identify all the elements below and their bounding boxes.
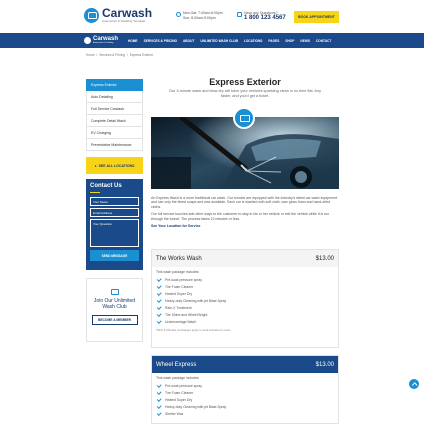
check-icon bbox=[156, 290, 162, 296]
phone-contact[interactable]: Have any Questions? 1 800 123 4567 bbox=[237, 11, 286, 22]
sidebar-item-express-exterior[interactable]: Express Exterior bbox=[86, 79, 143, 91]
send-message-button[interactable]: SEND MESSAGE bbox=[90, 250, 139, 261]
package-name: Wheel Express bbox=[156, 361, 197, 368]
nav-item-unlimited-wash-club[interactable]: UNLIMITED WASH CLUB bbox=[200, 39, 238, 43]
contact-divider bbox=[90, 192, 100, 193]
services-sidebar: Express Exterior Auto Detailing Full Ser… bbox=[86, 79, 143, 151]
contact-title: Contact Us bbox=[90, 183, 122, 189]
package-intro: This wash package includes: bbox=[156, 376, 200, 380]
see-all-locations-button[interactable]: ● SEE ALL LOCATIONS bbox=[86, 157, 143, 174]
breadcrumb-services[interactable]: Services & Pricing bbox=[99, 53, 125, 57]
see-all-label: SEE ALL LOCATIONS bbox=[98, 163, 135, 168]
check-icon bbox=[156, 304, 162, 310]
book-appointment-button[interactable]: BOOK APPOINTMENT bbox=[294, 11, 339, 23]
nav-item-news[interactable]: NEWS bbox=[300, 39, 310, 43]
nav-logo-tagline: Automotive & Detailing bbox=[93, 42, 114, 44]
package-header: Wheel Express $13.00 bbox=[152, 356, 338, 373]
sidebar-item-auto-detailing[interactable]: Auto Detailing bbox=[86, 91, 143, 103]
package-card: The Works Wash $13.00 This wash package … bbox=[151, 249, 339, 348]
list-item: Tire Foam Cleaner bbox=[156, 389, 334, 396]
breadcrumb-home[interactable]: Home bbox=[86, 53, 95, 57]
become-member-button[interactable]: BECOME A MEMBER bbox=[91, 315, 138, 325]
check-icon bbox=[156, 276, 162, 282]
list-item: Pre-soak pressure spray bbox=[156, 276, 334, 283]
logo-tagline: Automotive & Detailing Template bbox=[102, 19, 146, 23]
main-navigation: Carwash Automotive & Detailing HOME SERV… bbox=[0, 33, 424, 48]
breadcrumb: Home / Services & Pricing / Express Exte… bbox=[86, 53, 154, 57]
check-icon bbox=[156, 389, 162, 395]
logo-name: Carwash bbox=[102, 6, 153, 20]
phone-number[interactable]: 1 800 123 4567 bbox=[244, 15, 286, 22]
car-logo-icon bbox=[84, 8, 99, 23]
hours-line-2: Sun: 8:00am-5:00pm bbox=[183, 16, 216, 20]
nav-item-pages[interactable]: PAGES bbox=[268, 39, 279, 43]
nav-item-about[interactable]: ABOUT bbox=[183, 39, 194, 43]
package-name: The Works Wash bbox=[156, 255, 202, 262]
check-icon bbox=[156, 283, 162, 289]
question-field[interactable]: Your Question bbox=[90, 219, 139, 247]
top-header: Carwash Automotive & Detailing Template … bbox=[0, 0, 424, 33]
breadcrumb-current: Express Exterior bbox=[129, 53, 154, 57]
breadcrumb-separator: / bbox=[126, 53, 128, 57]
service-description: An Express Wash is a more traditional ca… bbox=[151, 196, 339, 231]
breadcrumb-separator: / bbox=[96, 53, 98, 57]
list-item: Heated Super Dry bbox=[156, 396, 334, 403]
car-logo-icon bbox=[84, 36, 91, 44]
clock-icon bbox=[176, 12, 181, 17]
email-field[interactable]: Email Address bbox=[90, 208, 139, 217]
nav-item-services-pricing[interactable]: SERVICES & PRICING bbox=[144, 39, 177, 43]
description-paragraph-2: Our full service touches add other ways … bbox=[151, 212, 330, 221]
list-item: Shelter Wax bbox=[156, 410, 334, 417]
package-price: $13.00 bbox=[315, 255, 334, 262]
package-header: The Works Wash $13.00 bbox=[152, 250, 338, 267]
list-item: Rain-X Treatment bbox=[156, 304, 334, 311]
sidebar-item-preventative-maintenance[interactable]: Preventative Maintenance bbox=[86, 139, 143, 151]
opening-hours: Mon-Sat: 7:00am-6:00pm Sun: 8:00am-5:00p… bbox=[176, 11, 223, 21]
check-icon bbox=[156, 311, 162, 317]
wash-club-promo: Join Our Unlimited Wash Club BECOME A ME… bbox=[86, 278, 143, 342]
car-wash-badge-icon bbox=[233, 107, 255, 129]
nav-item-shop[interactable]: SHOP bbox=[285, 39, 294, 43]
name-field[interactable]: Your Name bbox=[90, 197, 139, 206]
list-item: Tire Shine and Wheel Bright bbox=[156, 311, 334, 318]
check-icon bbox=[156, 403, 162, 409]
select-location-link[interactable]: See Your Location for Service bbox=[151, 224, 339, 228]
list-item: Tire Foam Cleaner bbox=[156, 283, 334, 290]
package-intro: This wash package includes: bbox=[156, 270, 200, 274]
scroll-to-top-button[interactable] bbox=[409, 379, 419, 389]
check-icon bbox=[156, 297, 162, 303]
check-icon bbox=[156, 318, 162, 324]
list-item: Pre-soak pressure spray bbox=[156, 382, 334, 389]
phone-icon bbox=[237, 12, 242, 17]
sidebar-item-full-service-carwash[interactable]: Full Service Carwash bbox=[86, 103, 143, 115]
package-price: $13.00 bbox=[315, 361, 334, 368]
nav-item-contact[interactable]: CONTACT bbox=[316, 39, 331, 43]
list-item: Undercarriage Wash bbox=[156, 318, 334, 325]
nav-item-home[interactable]: HOME bbox=[128, 39, 138, 43]
list-item: Heavy-duty Cleaning with jet Blast Spray bbox=[156, 297, 334, 304]
contact-form: Contact Us Your Name Email Address Your … bbox=[86, 179, 143, 270]
sidebar-item-complete-detail-wash[interactable]: Complete Detail Wash bbox=[86, 115, 143, 127]
package-card: Wheel Express $13.00 This wash package i… bbox=[151, 355, 339, 424]
check-icon bbox=[156, 410, 162, 416]
nav-item-locations[interactable]: LOCATIONS bbox=[244, 39, 263, 43]
sidebar-item-ev-charging[interactable]: EV Charging bbox=[86, 127, 143, 139]
check-icon bbox=[156, 396, 162, 402]
club-heading-line-2: Wash Club bbox=[102, 304, 127, 310]
logo[interactable]: Carwash Automotive & Detailing Template bbox=[84, 6, 153, 23]
membership-card-icon bbox=[110, 289, 119, 295]
check-icon bbox=[156, 382, 162, 388]
page-subtitle: Our 3-minute wash and blow dry will have… bbox=[169, 89, 321, 98]
list-item: Heated Super Dry bbox=[156, 290, 334, 297]
package-note: *50% & Ultimate surcharges apply to work… bbox=[156, 328, 231, 332]
nav-logo[interactable]: Carwash Automotive & Detailing bbox=[84, 36, 118, 44]
list-item: Heavy-duty Cleaning with jet Blast Spray bbox=[156, 403, 334, 410]
location-pin-icon: ● bbox=[94, 163, 97, 168]
description-paragraph-1: An Express Wash is a more traditional ca… bbox=[151, 196, 337, 209]
page-title: Express Exterior bbox=[209, 77, 281, 87]
